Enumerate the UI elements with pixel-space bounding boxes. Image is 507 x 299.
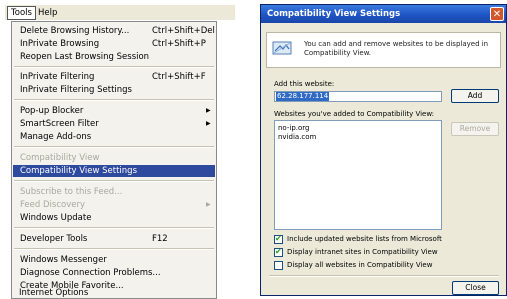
dialog-titlebar[interactable]: Compatibility View Settings ✕ [261,5,506,23]
menu-item-internet-options[interactable]: Internet Options [12,287,214,299]
compatibility-sites-list[interactable]: no-ip.org nvidia.com [274,120,442,230]
remove-button[interactable]: Remove [451,122,499,136]
tools-menu: Delete Browsing History... Ctrl+Shift+De… [11,21,217,299]
menu-item-label: Compatibility View [20,153,100,163]
menu-item-diagnose-connection[interactable]: Diagnose Connection Problems... [13,267,215,279]
list-item[interactable]: nvidia.com [278,133,316,142]
close-icon[interactable]: ✕ [490,7,504,21]
menu-item-manage-add-ons[interactable]: Manage Add-ons [13,131,215,143]
menu-item-label: Windows Messenger [20,255,107,265]
menu-item-smartscreen-filter[interactable]: SmartScreen Filter ▶ [13,118,215,130]
submenu-arrow-icon: ▶ [206,201,211,208]
checkbox[interactable] [274,261,283,270]
menu-separator [14,99,214,101]
menu-item-reopen-last-session[interactable]: Reopen Last Browsing Session [13,51,215,63]
compatibility-view-icon [272,41,292,55]
checkmark-icon: ✔ [275,247,282,256]
dialog-title: Compatibility View Settings [267,9,401,19]
menu-item-label: Diagnose Connection Problems... [20,268,161,278]
add-website-input[interactable]: 62.28.177.114 [274,91,442,102]
menu-item-delete-browsing-history[interactable]: Delete Browsing History... Ctrl+Shift+De… [13,25,215,37]
menu-item-label: Manage Add-ons [20,132,92,142]
menu-item-inprivate-filtering[interactable]: InPrivate Filtering Ctrl+Shift+F [13,71,215,83]
menu-item-developer-tools[interactable]: Developer Tools F12 [13,233,215,245]
menu-item-windows-messenger[interactable]: Windows Messenger [13,254,215,266]
menu-item-label: InPrivate Browsing [20,39,100,49]
menu-item-windows-update[interactable]: Windows Update [13,212,215,224]
menubar-item-help[interactable]: Help [35,7,60,19]
menu-item-label: Feed Discovery [20,200,85,210]
menu-item-label: SmartScreen Filter [20,119,99,129]
menu-item-inprivate-browsing[interactable]: InPrivate Browsing Ctrl+Shift+P [13,38,215,50]
menu-item-label: Delete Browsing History... [20,26,130,36]
menu-item-inprivate-filtering-settings[interactable]: InPrivate Filtering Settings [13,84,215,96]
menu-separator [14,248,214,250]
menu-item-subscribe-feed[interactable]: Subscribe to this Feed... [13,186,215,198]
menubar-item-tools[interactable]: Tools [7,6,36,20]
option-label: Display all websites in Compatibility Vi… [287,261,433,269]
submenu-arrow-icon: ▶ [206,107,211,114]
menu-item-shortcut: F12 [152,234,168,244]
menu-item-shortcut: Ctrl+Shift+P [152,39,206,49]
menu-item-label: Developer Tools [20,234,88,244]
menu-item-label: InPrivate Filtering Settings [20,85,132,95]
checkmark-icon: ✔ [275,234,282,243]
menu-separator [14,146,214,148]
sites-list-label: Websites you've added to Compatibility V… [274,110,435,118]
dialog-divider [269,275,499,277]
menu-item-shortcut: Ctrl+Shift+F [152,72,206,82]
list-item[interactable]: no-ip.org [278,124,309,133]
add-website-value: 62.28.177.114 [276,92,330,101]
menu-separator [14,227,214,229]
menu-item-feed-discovery[interactable]: Feed Discovery ▶ [13,199,215,211]
menu-item-label: Internet Options [19,288,89,298]
checkbox[interactable]: ✔ [274,234,283,244]
menu-item-compatibility-view-settings[interactable]: Compatibility View Settings [13,165,215,177]
menu-item-label: Subscribe to this Feed... [20,187,123,197]
menu-item-compatibility-view[interactable]: Compatibility View [13,152,215,164]
option-label: Display intranet sites in Compatibility … [287,248,438,256]
checkbox[interactable]: ✔ [274,247,283,257]
menu-item-shortcut: Ctrl+Shift+Del [152,26,215,36]
menu-item-popup-blocker[interactable]: Pop-up Blocker ▶ [13,105,215,117]
compatibility-view-settings-dialog: Compatibility View Settings ✕ You can ad… [260,4,507,296]
add-website-label: Add this website: [274,80,335,88]
info-text: You can add and remove websites to be di… [304,40,489,57]
close-button[interactable]: Close [452,281,499,295]
menu-separator [14,66,214,68]
add-button[interactable]: Add [451,89,499,103]
menu-item-label: Reopen Last Browsing Session [20,52,150,62]
menu-bar: Tools Help [5,4,235,20]
menu-item-label: InPrivate Filtering [20,72,95,82]
submenu-arrow-icon: ▶ [206,120,211,127]
menu-item-label: Compatibility View Settings [20,166,137,176]
menu-item-label: Pop-up Blocker [20,106,84,116]
menu-separator [14,180,214,182]
option-label: Include updated website lists from Micro… [287,235,442,243]
menu-item-label: Windows Update [20,213,92,223]
info-panel: You can add and remove websites to be di… [266,32,501,68]
